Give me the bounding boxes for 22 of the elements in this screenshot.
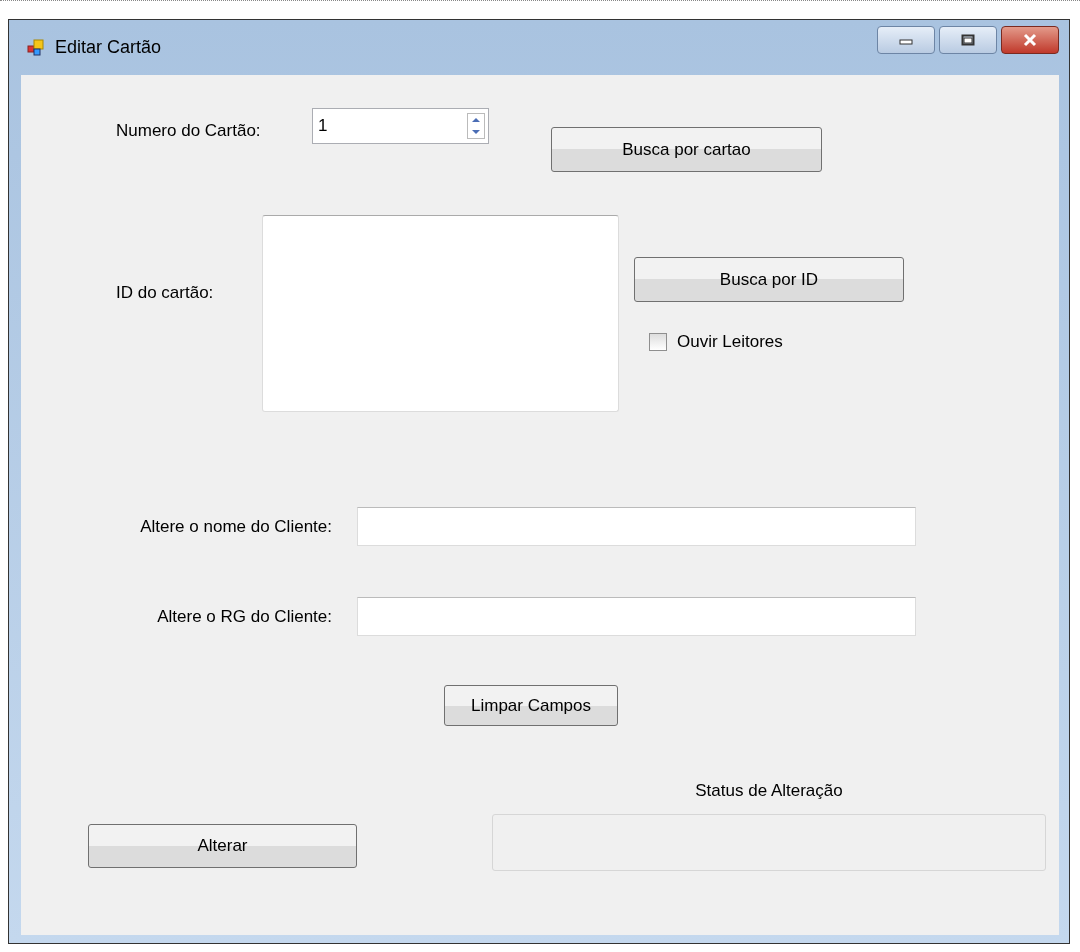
client-rg-field[interactable]	[357, 597, 916, 636]
client-name-field[interactable]	[357, 507, 916, 546]
listen-readers-checkbox[interactable]	[649, 333, 667, 351]
card-number-label: Numero do Cartão:	[116, 120, 262, 141]
card-id-label: ID do cartão:	[116, 283, 215, 304]
app-icon	[27, 38, 45, 57]
window-title: Editar Cartão	[55, 37, 162, 58]
card-number-value: 1	[318, 116, 328, 136]
change-button[interactable]: Alterar	[88, 824, 357, 868]
close-icon	[1022, 33, 1038, 47]
client-name-label: Altere o nome do Cliente:	[139, 516, 332, 537]
card-id-field[interactable]	[262, 215, 619, 412]
close-button[interactable]	[1001, 26, 1059, 54]
maximize-button[interactable]	[939, 26, 997, 54]
client-rg-label: Altere o RG do Cliente:	[156, 606, 332, 627]
card-number-spinner[interactable]: 1	[312, 108, 489, 144]
maximize-icon	[961, 34, 975, 46]
clear-fields-button[interactable]: Limpar Campos	[444, 685, 618, 726]
search-card-button[interactable]: Busca por cartao	[551, 127, 822, 172]
status-label: Status de Alteração	[695, 781, 843, 801]
listen-readers-label: Ouvir Leitores	[677, 332, 783, 352]
search-id-button[interactable]: Busca por ID	[634, 257, 904, 302]
